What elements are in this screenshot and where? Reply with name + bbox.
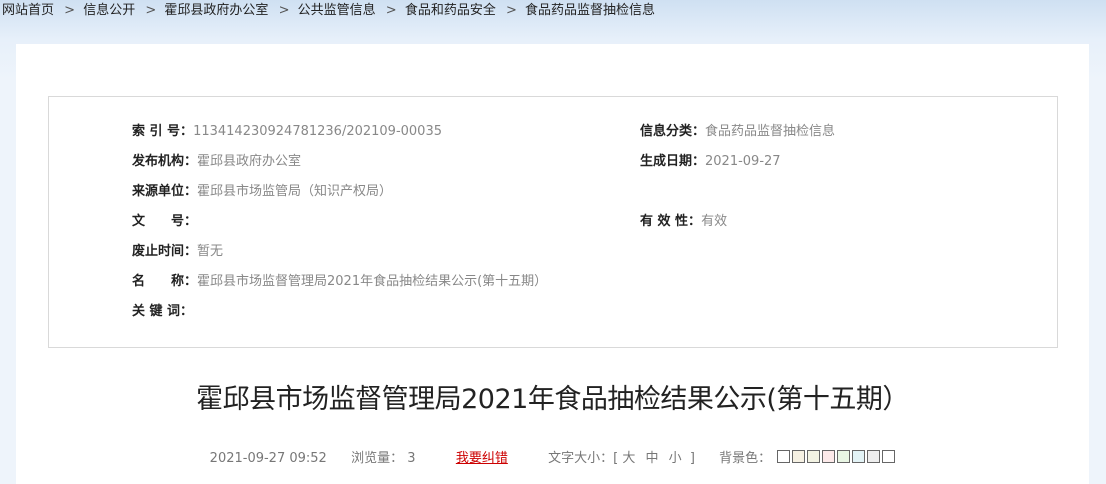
breadcrumb-home[interactable]: 网站首页 xyxy=(2,3,54,18)
breadcrumb-separator: > xyxy=(145,3,157,18)
source-label: 来源单位： xyxy=(132,184,198,199)
background-swatch-7[interactable] xyxy=(867,450,881,463)
source-value: 霍邱县市场监管局（知识产权局） xyxy=(197,184,393,199)
background-swatches xyxy=(775,450,896,466)
background-swatch-2[interactable] xyxy=(792,450,806,463)
keywords-label: 关 键 词： xyxy=(132,304,194,319)
publisher-label: 发布机构： xyxy=(132,154,198,169)
docno-label: 文 号： xyxy=(132,214,198,229)
breadcrumb-separator: > xyxy=(64,3,76,18)
category-label: 信息分类： xyxy=(640,124,706,139)
meta-row-name: 名 称：霍邱县市场监督管理局2021年食品抽检结果公示(第十五期） xyxy=(132,272,547,292)
metadata-table: 索 引 号：113414230924781236/202109-00035 信息… xyxy=(48,96,1058,348)
publisher-value: 霍邱县政府办公室 xyxy=(197,154,302,169)
background-swatch-4[interactable] xyxy=(822,450,836,463)
breadcrumb-separator: > xyxy=(385,3,397,18)
breadcrumb-separator: > xyxy=(505,3,517,18)
date-label: 生成日期： xyxy=(640,154,706,169)
index-label: 索 引 号： xyxy=(132,124,194,139)
validity-label: 有 效 性： xyxy=(640,214,702,229)
breadcrumb: 网站首页 > 信息公开 > 霍邱县政府办公室 > 公共监管信息 > 食品和药品安… xyxy=(0,0,1106,24)
views-label: 浏览量： xyxy=(351,451,404,466)
publish-datetime: 2021-09-27 09:52 xyxy=(209,451,327,466)
name-label: 名 称： xyxy=(132,274,198,289)
meta-row-validity: 有 效 性：有效 xyxy=(640,212,727,232)
expiry-value: 暂无 xyxy=(197,244,224,259)
background-swatch-3[interactable] xyxy=(807,450,821,463)
report-error-link[interactable]: 我要纠错 xyxy=(456,451,508,466)
font-size-label: 文字大小：[ xyxy=(548,451,619,466)
background-color-label: 背景色： xyxy=(719,451,772,466)
background-swatch-8[interactable] xyxy=(882,450,896,463)
breadcrumb-separator: > xyxy=(278,3,290,18)
background-swatch-5[interactable] xyxy=(837,450,851,463)
breadcrumb-public-supervision[interactable]: 公共监管信息 xyxy=(298,3,376,18)
background-swatch-1[interactable] xyxy=(777,450,791,463)
breadcrumb-gov-office[interactable]: 霍邱县政府办公室 xyxy=(164,3,268,18)
font-size-small-button[interactable]: 小 xyxy=(669,451,682,466)
meta-row-index: 索 引 号：113414230924781236/202109-00035 xyxy=(132,122,442,142)
article-title: 霍邱县市场监督管理局2021年食品抽检结果公示(第十五期） xyxy=(196,384,909,415)
category-value: 食品药品监督抽检信息 xyxy=(705,124,836,139)
article-info-bar: 2021-09-27 09:52 浏览量： 3 我要纠错 文字大小：[ 大 中 … xyxy=(16,449,1089,469)
validity-value: 有效 xyxy=(701,214,728,229)
meta-row-docno: 文 号： xyxy=(132,212,197,232)
breadcrumb-inspection-info[interactable]: 食品药品监督抽检信息 xyxy=(525,3,655,18)
name-value: 霍邱县市场监督管理局2021年食品抽检结果公示(第十五期） xyxy=(197,274,548,289)
index-value: 113414230924781236/202109-00035 xyxy=(193,124,442,139)
breadcrumb-food-drug-safety[interactable]: 食品和药品安全 xyxy=(405,3,496,18)
content-card: 索 引 号：113414230924781236/202109-00035 信息… xyxy=(16,44,1089,484)
meta-row-publisher: 发布机构：霍邱县政府办公室 xyxy=(132,152,301,172)
meta-row-keywords: 关 键 词： xyxy=(132,302,193,322)
background-swatch-6[interactable] xyxy=(852,450,866,463)
meta-row-source: 来源单位：霍邱县市场监管局（知识产权局） xyxy=(132,182,392,202)
font-size-medium-button[interactable]: 中 xyxy=(646,451,659,466)
meta-row-date: 生成日期：2021-09-27 xyxy=(640,152,781,172)
views-count: 3 xyxy=(407,451,416,466)
breadcrumb-info-public[interactable]: 信息公开 xyxy=(83,3,135,18)
expiry-label: 废止时间： xyxy=(132,244,198,259)
meta-row-category: 信息分类：食品药品监督抽检信息 xyxy=(640,122,835,142)
date-value: 2021-09-27 xyxy=(705,154,781,169)
font-size-bracket: ] xyxy=(689,451,695,466)
meta-row-expiry: 废止时间：暂无 xyxy=(132,242,223,262)
font-size-large-button[interactable]: 大 xyxy=(622,451,635,466)
